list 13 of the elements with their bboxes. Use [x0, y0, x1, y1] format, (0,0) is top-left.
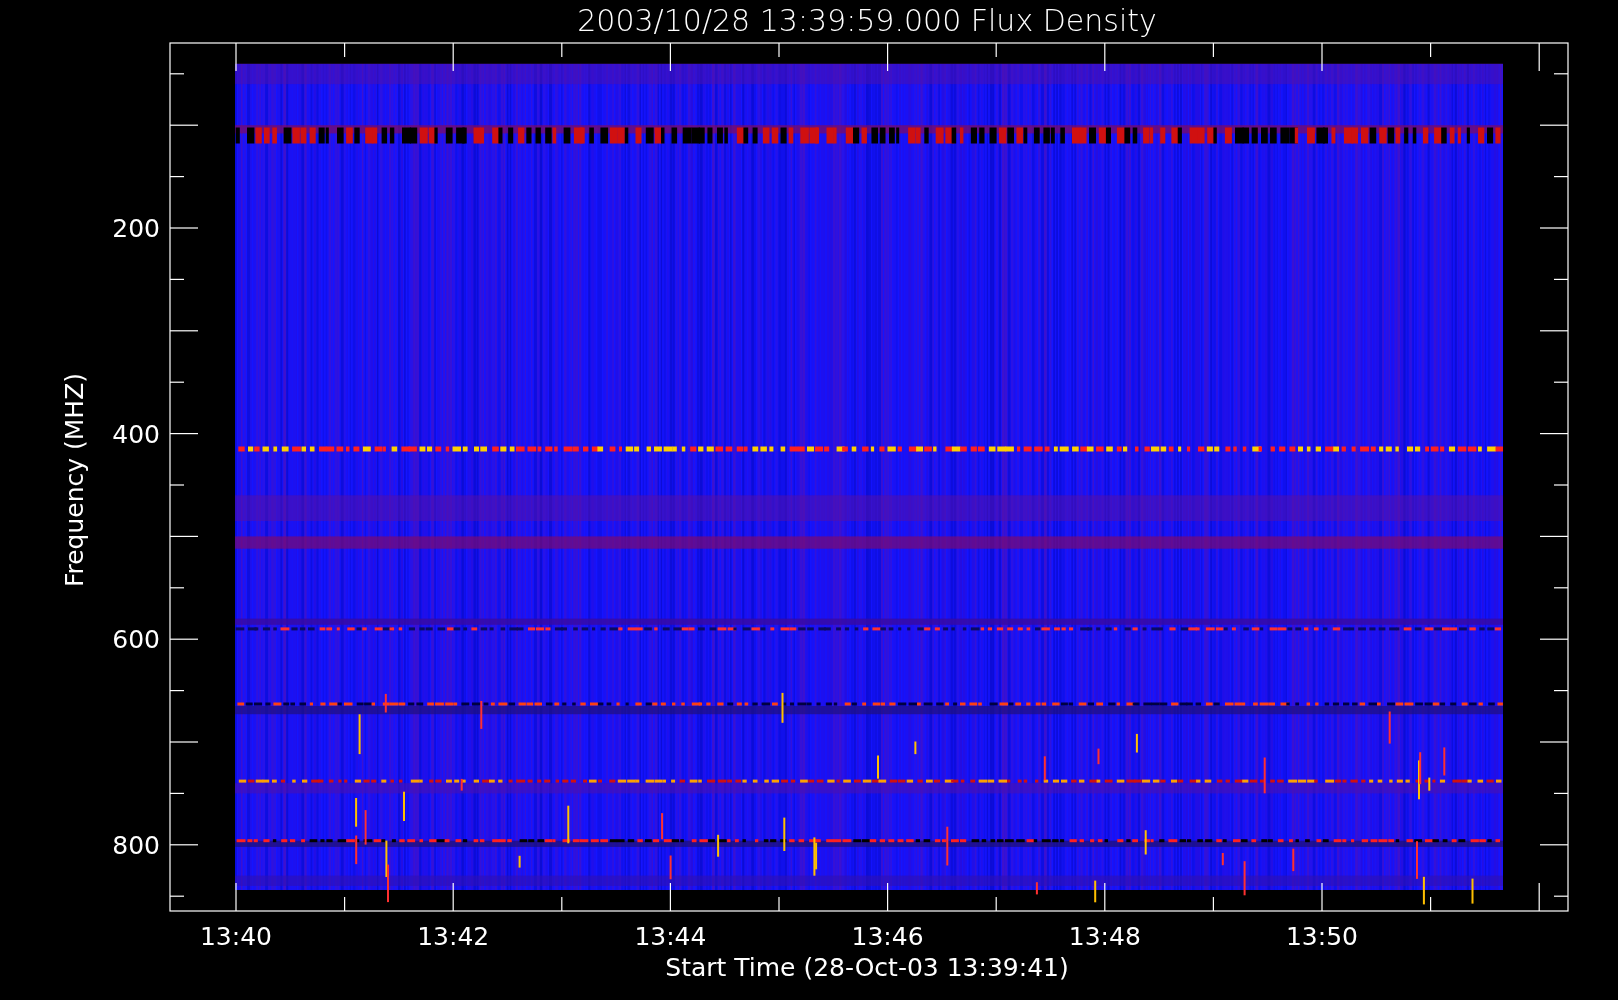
y-axis-label: Frequency (MHZ) [60, 372, 89, 588]
y-tick-label: 400 [112, 419, 160, 449]
plot-title: 2003/10/28 13:39:59.000 Flux Density [577, 3, 1157, 38]
x-axis-label: Start Time (28-Oct-03 13:39:41) [665, 953, 1069, 982]
x-tick-label: 13:44 [634, 922, 707, 951]
x-tick-label: 13:48 [1068, 922, 1141, 951]
x-tick-label: 13:42 [417, 922, 490, 951]
x-tick-label: 13:40 [200, 922, 272, 951]
y-tick-label: 200 [112, 214, 160, 243]
x-tick-label: 13:46 [851, 922, 924, 951]
y-tick-label: 600 [112, 625, 160, 655]
x-tick-label: 13:50 [1286, 922, 1358, 951]
y-tick-label: 800 [112, 830, 160, 860]
